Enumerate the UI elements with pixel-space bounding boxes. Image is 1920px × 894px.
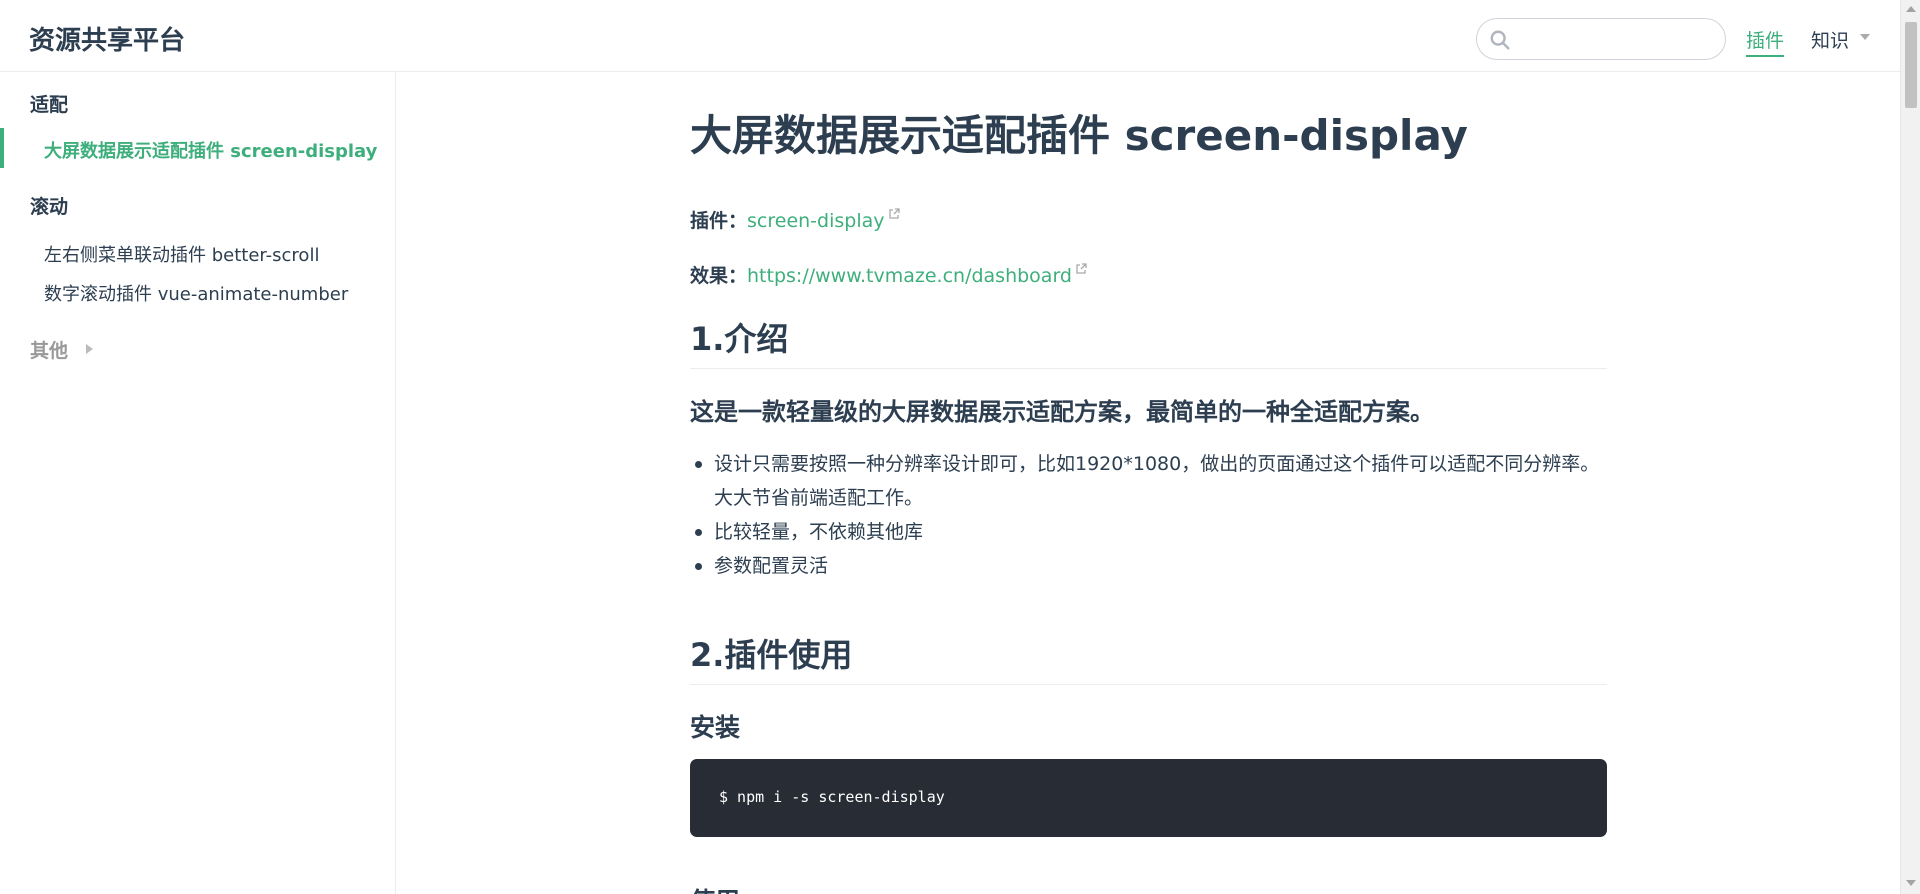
search-icon [1490,30,1510,50]
meta-plugin-label: 插件： [690,210,748,232]
navbar: 资源共享平台 插件 知识 [0,0,1900,72]
effect-link[interactable]: https://www.tvmaze.cn/dashboard [747,265,1072,287]
plugin-link[interactable]: screen-display [747,210,884,232]
code-block: $ npm i -s screen-display [690,759,1607,837]
meta-effect-label: 效果： [690,265,748,287]
page-title: 大屏数据展示适配插件 screen-display [690,111,1468,160]
external-link-icon [888,208,900,219]
install-command: $ npm i -s screen-display [719,788,945,806]
scrollbar-thumb[interactable] [1905,22,1917,108]
install-heading: 安装 [690,713,741,742]
list-item: 比较轻量，不依赖其他库 [690,515,1607,549]
sidebar-item-vue-animate-number[interactable]: 数字滚动插件 vue-animate-number [44,280,348,306]
sidebar-group-title-other[interactable]: 其他 [30,336,68,363]
scroll-up-arrow-icon[interactable] [1906,6,1916,12]
intro-bullet-list: 设计只需要按照一种分辨率设计即可，比如1920*1080，做出的页面通过这个插件… [690,447,1607,583]
sidebar-item-better-scroll[interactable]: 左右侧菜单联动插件 better-scroll [44,241,319,267]
section-heading-intro: 1.介绍 [690,314,1607,369]
chevron-right-icon[interactable] [86,344,93,354]
sidebar-group-title-adapt[interactable]: 适配 [30,90,68,117]
nav-link-plugins[interactable]: 插件 [1746,26,1785,57]
scrollbar[interactable] [1900,0,1920,894]
nav-link-knowledge[interactable]: 知识 [1811,26,1849,53]
usage-heading: 使用 [690,882,740,894]
meta-plugin-row: 插件：screen-display [690,206,901,233]
search-input[interactable] [1517,23,1717,55]
sidebar-group-title-scroll[interactable]: 滚动 [30,192,68,219]
intro-subheading: 这是一款轻量级的大屏数据展示适配方案，最简单的一种全适配方案。 [690,398,1434,426]
list-item: 参数配置灵活 [690,549,1607,583]
search-box[interactable] [1476,18,1726,60]
meta-effect-row: 效果：https://www.tvmaze.cn/dashboard [690,261,1088,288]
site-title[interactable]: 资源共享平台 [29,20,185,57]
scroll-down-arrow-icon[interactable] [1906,880,1916,886]
main-content: 大屏数据展示适配插件 screen-display 插件：screen-disp… [690,72,1607,894]
section-heading-usage: 2.插件使用 [690,630,1607,685]
external-link-icon [1076,263,1087,274]
sidebar-item-screen-display[interactable]: 大屏数据展示适配插件 screen-display [44,137,377,163]
list-item: 设计只需要按照一种分辨率设计即可，比如1920*1080，做出的页面通过这个插件… [690,447,1607,515]
sidebar-active-indicator [0,128,4,168]
dropdown-arrow-icon[interactable] [1860,34,1870,40]
sidebar: 适配 大屏数据展示适配插件 screen-display 滚动 左右侧菜单联动插… [0,72,396,894]
